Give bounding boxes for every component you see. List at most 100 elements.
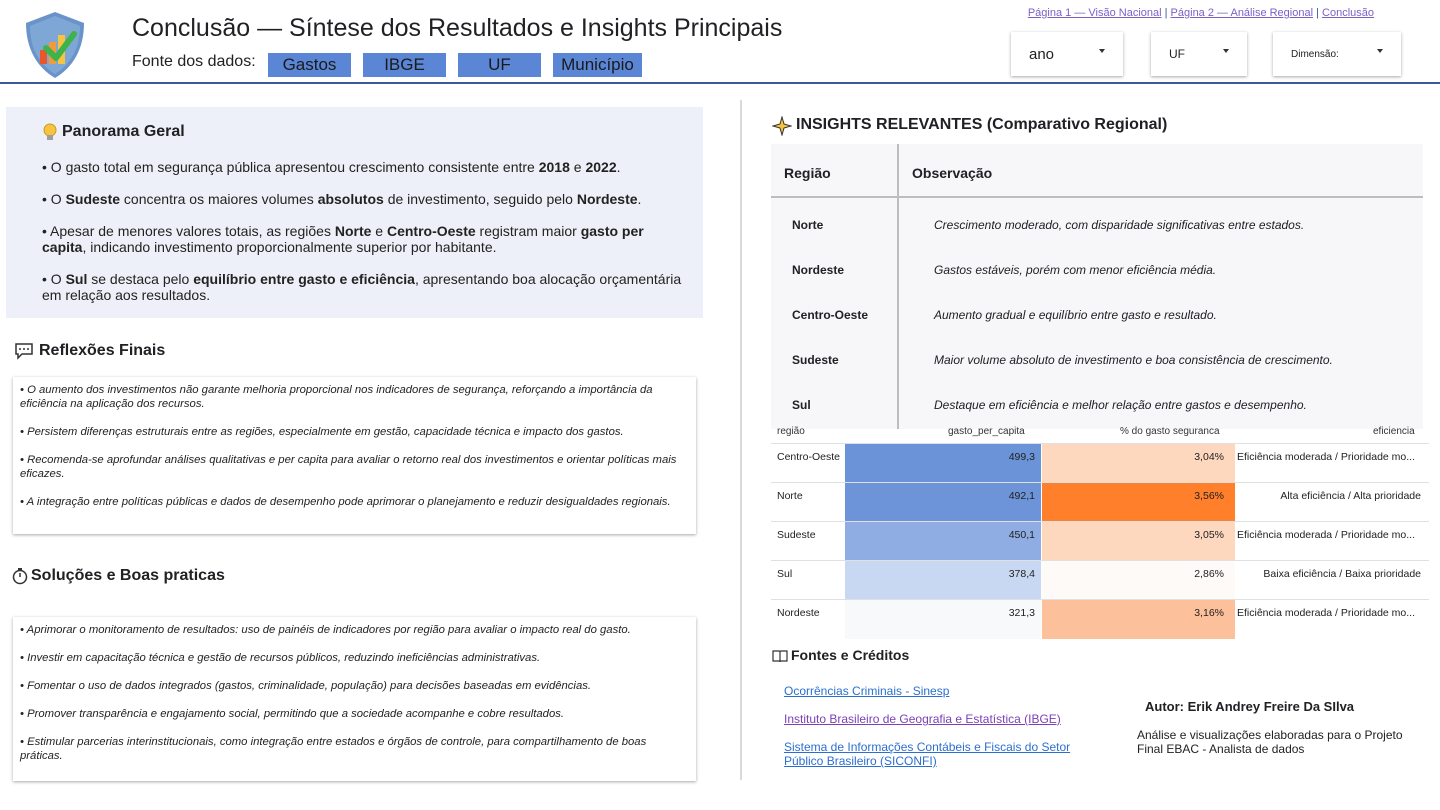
reflexoes-item: • Persistem diferenças estruturais entre… <box>20 426 624 438</box>
cell-eficiencia: Baixa eficiência / Baixa prioridade <box>1263 568 1421 580</box>
cell-gasto-per-capita: 499,3 <box>845 444 1041 483</box>
reflexoes-title: Reflexões Finais <box>39 342 166 359</box>
source-chip-ibge[interactable]: IBGE <box>363 53 446 77</box>
filter-dimensao-label: Dimensão: <box>1291 48 1339 60</box>
solucoes-item: • Investir em capacitação técnica e gest… <box>20 652 541 664</box>
insights-observation: Destaque em eficiência e melhor relação … <box>934 398 1307 412</box>
author-name: Autor: Erik Andrey Freire Da SIlva <box>1145 699 1355 714</box>
panorama-item: • Apesar de menores valores totais, as r… <box>42 223 644 255</box>
nav-separator: | <box>1313 7 1323 19</box>
insights-region: Sul <box>792 398 811 412</box>
cell-pct-gasto: 3,05% <box>1042 522 1235 561</box>
lightbulb-icon <box>43 123 57 140</box>
filter-dimensao-dropdown[interactable]: Dimensão: <box>1273 32 1401 76</box>
cell-regiao: Centro-Oeste <box>777 451 841 463</box>
nav-link-page1[interactable]: Página 1 — Visão Nacional <box>1028 7 1162 19</box>
col-header-observacao: Observação <box>912 165 993 181</box>
cell-pct-gasto: 3,04% <box>1042 444 1235 483</box>
col-header-regiao: Região <box>784 165 831 181</box>
reflexoes-item: • O aumento dos investimentos não garant… <box>20 384 653 410</box>
panorama-item: • O Sul se destaca pelo equilíbrio entre… <box>42 271 682 303</box>
solucoes-card: • Aprimorar o monitoramento de resultado… <box>13 617 696 781</box>
fontes-title: Fontes e Créditos <box>791 647 910 663</box>
cell-pct-gasto: 3,16% <box>1042 600 1235 639</box>
cell-gasto-per-capita: 378,4 <box>845 561 1041 600</box>
nav-link-conclusao[interactable]: Conclusão <box>1322 7 1374 19</box>
sparkles-icon <box>772 116 792 136</box>
panorama-title: Panorama Geral <box>62 123 185 140</box>
column-divider <box>740 100 742 780</box>
cell-regiao: Sudeste <box>777 529 816 541</box>
insights-observation: Crescimento moderado, com disparidade si… <box>934 218 1305 232</box>
filter-uf-label: UF <box>1169 47 1185 61</box>
page-navigation: Página 1 — Visão Nacional | Página 2 — A… <box>1028 7 1374 19</box>
cell-gasto-per-capita: 321,3 <box>845 600 1041 639</box>
caret-down-icon <box>1223 49 1229 53</box>
filter-uf-dropdown[interactable]: UF <box>1151 32 1247 76</box>
solucoes-item: • Fomentar o uso de dados integrados (ga… <box>20 680 592 692</box>
insights-observation: Aumento gradual e equilíbrio entre gasto… <box>934 308 1217 322</box>
insights-region: Nordeste <box>792 263 845 277</box>
solucoes-item: • Estimular parcerias interinstitucionai… <box>20 736 647 762</box>
panorama-item: • O Sudeste concentra os maiores volumes… <box>42 191 642 207</box>
column-divider <box>897 144 899 429</box>
nav-link-page2[interactable]: Página 2 — Análise Regional <box>1171 7 1313 19</box>
table-row[interactable]: Nordeste 321,3 3,16% Eficiência moderada / … <box>771 599 1429 639</box>
insights-title: INSIGHTS RELEVANTES (Comparativo Regiona… <box>796 116 1168 133</box>
book-icon <box>772 650 788 663</box>
cell-gasto-per-capita: 450,1 <box>845 522 1041 561</box>
nav-separator: | <box>1161 7 1171 19</box>
table-row[interactable]: Norte 492,1 3,56% Alta eficiência / Alta pr… <box>771 482 1429 522</box>
cell-eficiencia: Eficiência moderada / Prioridade mo... <box>1237 607 1416 619</box>
source-chip-gastos[interactable]: Gastos <box>268 53 351 77</box>
source-chip-municipio[interactable]: Município <box>553 53 642 77</box>
col-header-eficiencia[interactable]: eficiencia <box>1373 426 1415 437</box>
page-title: Conclusão — Síntese dos Resultados e Ins… <box>132 14 783 42</box>
cell-pct-gasto: 2,86% <box>1042 561 1235 600</box>
fonte-link-ibge[interactable]: Instituto Brasileiro de Geografia e Esta… <box>784 712 1084 726</box>
col-header-gasto-per-capita[interactable]: gasto_per_capita <box>948 426 1025 437</box>
solucoes-title: Soluções e Boas praticas <box>31 567 225 584</box>
reflexoes-card: • O aumento dos investimentos não garant… <box>13 377 696 534</box>
insights-observation: Gastos estáveis, porém com menor eficiên… <box>934 263 1217 277</box>
cell-eficiencia: Eficiência moderada / Prioridade mo... <box>1237 529 1416 541</box>
source-label: Fonte dos dados: <box>132 53 256 70</box>
fonte-link-siconfi[interactable]: Sistema de Informações Contábeis e Fisca… <box>784 740 1084 768</box>
filter-ano-label: ano <box>1029 45 1055 63</box>
speech-bubble-icon <box>15 343 33 360</box>
source-chip-uf[interactable]: UF <box>458 53 541 77</box>
caret-down-icon <box>1377 49 1383 53</box>
cell-eficiencia: Eficiência moderada / Prioridade mo... <box>1237 451 1416 463</box>
insights-observation: Maior volume absoluto de investimento e … <box>934 353 1333 367</box>
insights-region: Norte <box>792 218 824 232</box>
panorama-geral-panel: Panorama Geral • O gasto total em segura… <box>6 107 703 318</box>
cell-gasto-per-capita: 492,1 <box>845 483 1041 522</box>
table-row[interactable]: Sudeste 450,1 3,05% Eficiência moderada / P… <box>771 521 1429 561</box>
insights-table-header: Região Observação <box>771 144 1423 198</box>
panorama-item: • O gasto total em segurança pública apr… <box>42 159 621 175</box>
insights-region: Centro-Oeste <box>792 308 869 322</box>
col-header-pct-gasto[interactable]: % do gasto seguranca <box>1120 426 1220 437</box>
table-row[interactable]: Centro-Oeste 499,3 3,04% Eficiência moderad… <box>771 443 1429 483</box>
caret-down-icon <box>1099 49 1105 53</box>
cell-regiao: Sul <box>777 568 793 580</box>
filter-ano-dropdown[interactable]: ano <box>1011 32 1123 76</box>
solucoes-item: • Promover transparência e engajamento s… <box>20 708 565 720</box>
stopwatch-icon <box>12 568 28 585</box>
cell-pct-gasto: 3,56% <box>1042 483 1235 522</box>
shield-chart-logo <box>26 12 84 78</box>
insights-region: Sudeste <box>792 353 839 367</box>
cell-regiao: Norte <box>777 490 803 502</box>
author-description: Análise e visualizações elaboradas para … <box>1137 728 1403 756</box>
cell-eficiencia: Alta eficiência / Alta prioridade <box>1280 490 1421 502</box>
insights-table: Região Observação Norte Crescimento mode… <box>771 144 1423 429</box>
reflexoes-item: • Recomenda-se aprofundar análises quali… <box>20 454 677 480</box>
reflexoes-item: • A integração entre políticas públicas … <box>20 496 671 508</box>
regional-data-table: região gasto_per_capita % do gasto segur… <box>771 426 1429 640</box>
fonte-link-sinesp[interactable]: Ocorrências Criminais - Sinesp <box>784 684 1084 698</box>
col-header-regiao[interactable]: região <box>777 426 805 437</box>
table-row[interactable]: Sul 378,4 2,86% Baixa eficiência / Baixa pr… <box>771 560 1429 600</box>
solucoes-item: • Aprimorar o monitoramento de resultado… <box>20 624 631 636</box>
header: Conclusão — Síntese dos Resultados e Ins… <box>0 0 1440 84</box>
cell-regiao: Nordeste <box>777 607 820 619</box>
